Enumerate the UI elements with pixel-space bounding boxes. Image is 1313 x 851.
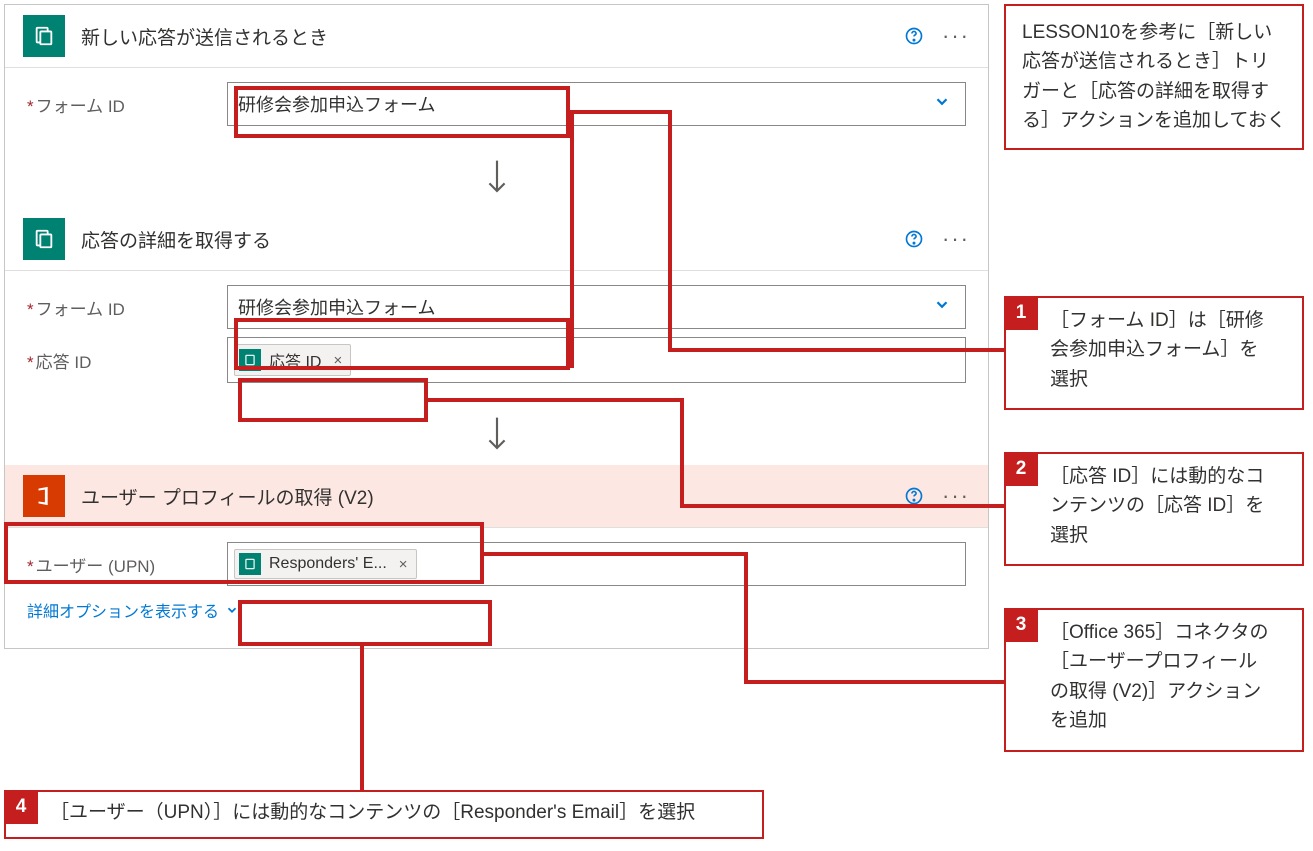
- user-upn-input[interactable]: Responders' E... ×: [227, 542, 966, 586]
- user-profile-card: ユーザー プロフィールの取得 (V2) ··· *ユーザー (UPN) Resp…: [5, 465, 988, 648]
- form-id-select[interactable]: 研修会参加申込フォーム: [227, 82, 966, 126]
- form-id-select-2[interactable]: 研修会参加申込フォーム: [227, 285, 966, 329]
- connector-line: [744, 680, 1004, 684]
- help-icon[interactable]: [902, 484, 926, 508]
- form-id-label: *フォーム ID: [27, 92, 227, 117]
- annotation-3: 3 ［Office 365］コネクタの［ユーザープロフィールの取得 (V2)］ア…: [1004, 608, 1304, 752]
- show-advanced-options-link[interactable]: 詳細オプションを表示する: [27, 594, 239, 630]
- chevron-down-icon: [933, 296, 951, 319]
- form-id-value-2: 研修会参加申込フォーム: [238, 294, 435, 320]
- annotation-number: 3: [1004, 608, 1038, 642]
- trigger-card: 新しい応答が送信されるとき ··· *フォーム ID 研修会参加申込フォーム: [5, 5, 988, 152]
- get-response-title: 応答の詳細を取得する: [81, 226, 886, 253]
- form-id-value: 研修会参加申込フォーム: [238, 91, 435, 117]
- annotation-1: 1 ［フォーム ID］は［研修会参加申込フォーム］を選択: [1004, 296, 1304, 410]
- user-upn-label: *ユーザー (UPN): [27, 552, 227, 577]
- chevron-down-icon: [933, 93, 951, 116]
- response-id-token[interactable]: 応答 ID ×: [234, 344, 351, 376]
- form-id-label-2: *フォーム ID: [27, 295, 227, 320]
- response-id-row: *応答 ID 応答 ID ×: [27, 337, 966, 383]
- more-icon[interactable]: ···: [942, 23, 970, 49]
- responders-email-token[interactable]: Responders' E... ×: [234, 549, 417, 579]
- annotation-number: 1: [1004, 296, 1038, 330]
- annotation-4: 4 ［ユーザー（UPN）］には動的なコンテンツの［Responder's Ema…: [4, 790, 764, 839]
- form-id-row-2: *フォーム ID 研修会参加申込フォーム: [27, 285, 966, 329]
- more-icon[interactable]: ···: [942, 226, 970, 252]
- connector-line: [360, 646, 364, 802]
- annotation-number: 2: [1004, 452, 1038, 486]
- get-response-header[interactable]: 応答の詳細を取得する ···: [5, 208, 988, 271]
- annotation-2: 2 ［応答 ID］には動的なコンテンツの［応答 ID］を選択: [1004, 452, 1304, 566]
- get-response-card: 応答の詳細を取得する ··· *フォーム ID 研修会参加申込フォーム *応答 …: [5, 208, 988, 409]
- response-id-input[interactable]: 応答 ID ×: [227, 337, 966, 383]
- form-id-row: *フォーム ID 研修会参加申込フォーム: [27, 82, 966, 126]
- flow-arrow-icon: [5, 152, 988, 208]
- trigger-title: 新しい応答が送信されるとき: [81, 23, 886, 50]
- user-upn-row: *ユーザー (UPN) Responders' E... ×: [27, 542, 966, 586]
- flow-arrow-icon: [5, 409, 988, 465]
- remove-token-icon[interactable]: ×: [333, 352, 342, 369]
- forms-token-icon: [239, 349, 261, 371]
- annotation-intro: LESSON10を参考に［新しい応答が送信されるとき］トリガーと［応答の詳細を取…: [1004, 4, 1304, 150]
- trigger-card-header[interactable]: 新しい応答が送信されるとき ···: [5, 5, 988, 68]
- user-profile-header[interactable]: ユーザー プロフィールの取得 (V2) ···: [5, 465, 988, 528]
- response-id-label: *応答 ID: [27, 348, 227, 373]
- annotation-number: 4: [4, 790, 38, 824]
- user-profile-title: ユーザー プロフィールの取得 (V2): [81, 483, 886, 510]
- office-icon: [23, 475, 65, 517]
- forms-token-icon: [239, 553, 261, 575]
- remove-token-icon[interactable]: ×: [399, 556, 408, 573]
- forms-icon: [23, 15, 65, 57]
- help-icon[interactable]: [902, 24, 926, 48]
- forms-icon: [23, 218, 65, 260]
- help-icon[interactable]: [902, 227, 926, 251]
- more-icon[interactable]: ···: [942, 483, 970, 509]
